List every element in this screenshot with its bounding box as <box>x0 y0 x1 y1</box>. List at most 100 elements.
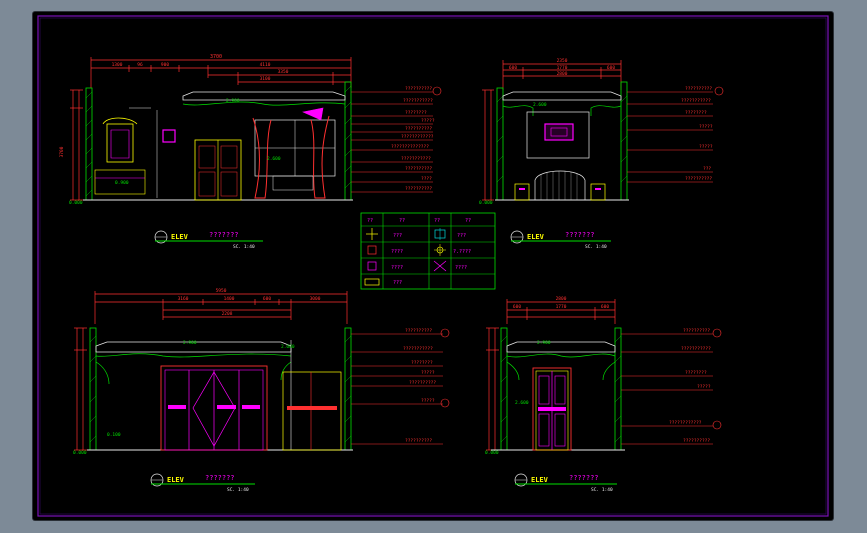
elevation-view-3: 5950 3160 1400 600 3000 2208 2.900 2.600… <box>73 288 450 493</box>
nightstand-left <box>514 183 530 201</box>
view-scale: SC. 1:40 <box>591 487 613 493</box>
view-title-3: ELEV ??????? SC. 1:40 <box>150 473 255 493</box>
dim-segment: 600 <box>607 65 615 71</box>
view-scale: SC. 1:40 <box>227 487 249 493</box>
legend-label: ?.???? <box>453 249 471 255</box>
vent-icon <box>364 278 380 286</box>
view-title-label: ELEV <box>531 476 549 484</box>
wall-left <box>85 87 93 201</box>
annotation-note: ??????????? <box>681 98 711 104</box>
dim-segment: 96 <box>137 62 143 68</box>
view-title-label: ELEV <box>527 233 545 241</box>
level-mark: 2.900 <box>226 98 240 104</box>
annotation-note: ?????????? <box>405 438 432 444</box>
annotation-note: ?????????? <box>409 380 436 386</box>
legend-header: ?? <box>367 218 373 224</box>
crosshair-icon <box>366 228 378 240</box>
bed-headboard <box>534 170 586 201</box>
level-mark: 2.600 <box>267 156 281 162</box>
exhaust-fan-icon <box>433 260 447 272</box>
annotation-note: ?????????? <box>685 86 712 92</box>
dim-segment: 4110 <box>260 62 271 68</box>
view-title-label: ELEV <box>171 233 189 241</box>
dim-segment: 2800 <box>557 71 568 77</box>
annotation-note: ????? <box>421 398 435 404</box>
level-mark: 2.600 <box>533 102 547 108</box>
legend-header: ?? <box>399 218 405 224</box>
view-title-2: ELEV ??????? SC. 1:40 <box>510 230 611 250</box>
legend-header: ?? <box>465 218 471 224</box>
switch-icon <box>367 261 377 271</box>
drawing-canvas[interactable]: 3700 1300 96 900 4110 3350 3100 3700 2.9… <box>33 12 833 520</box>
view-title-4: ELEV ??????? SC. 1:40 <box>514 473 617 493</box>
level-mark: 0.000 <box>485 450 499 456</box>
annotation-note: ?????????? <box>405 328 432 334</box>
level-mark: 2.900 <box>537 340 551 346</box>
annotation-note: ???? <box>421 176 432 182</box>
curtain-right <box>310 115 330 199</box>
annotation-note: ??????????? <box>403 98 433 104</box>
spotlight-icon <box>434 244 446 256</box>
dim-segment: 900 <box>161 62 169 68</box>
annotation-note: ?????????? <box>683 438 710 444</box>
annotation-note: ?????????? <box>685 176 712 182</box>
legend-label: ??? <box>393 280 402 286</box>
elevation-view-2: 2350 600 1770 600 2800 2.600 0.000 ?????… <box>479 58 724 250</box>
legend-label: ??? <box>457 233 466 239</box>
annotation-note: ????? <box>421 118 435 124</box>
dim-top: 3700 <box>210 54 222 60</box>
ceiling-cornice <box>506 341 616 353</box>
dim-top: 2800 <box>556 296 567 302</box>
level-mark: 0.000 <box>73 450 87 456</box>
annotation-note: ?????????? <box>683 328 710 334</box>
annotation-note: ???????? <box>405 110 427 116</box>
side-cabinet <box>282 371 342 451</box>
dim-segment: 3160 <box>178 296 189 302</box>
legend-label: ???? <box>391 265 403 271</box>
annotation-note: ???????????? <box>401 134 434 140</box>
dim-segment: 600 <box>263 296 271 302</box>
legend-table: ?? ?? ?? ?? ??? ??? ???? ?.???? ???? ???… <box>360 212 496 290</box>
annotation-note: ??? <box>703 166 711 172</box>
legend-label: ??? <box>393 233 402 239</box>
annotation-note: ?????????????? <box>391 144 429 150</box>
annotation-note: ??????????? <box>681 346 711 352</box>
annotation-note: ??????????? <box>401 156 431 162</box>
level-mark: 0.900 <box>115 180 129 186</box>
view-title-1: ELEV ??????? SC. 1:40 <box>154 230 263 250</box>
annotation-note: ????? <box>697 384 711 390</box>
annotation-note: ???????? <box>411 360 433 366</box>
wall-right <box>344 81 352 201</box>
light-fixture-icon <box>434 228 446 240</box>
level-mark: 2.600 <box>281 344 295 350</box>
wall-picture <box>162 129 176 143</box>
elevation-view-1: 3700 1300 96 900 4110 3350 3100 3700 2.9… <box>59 54 442 250</box>
legend-header: ?? <box>434 218 440 224</box>
view-name: ??????? <box>569 474 599 482</box>
annotation-note: ???????????? <box>669 420 702 426</box>
annotation-note: ????? <box>699 144 713 150</box>
view-scale: SC. 1:40 <box>585 244 607 250</box>
dim-segment: 600 <box>513 304 521 310</box>
dim-segment: 3350 <box>278 69 289 75</box>
annotation-note: ????? <box>421 370 435 376</box>
view-name: ??????? <box>565 231 595 239</box>
dim-segment: 1770 <box>557 65 568 71</box>
nightstand-right <box>590 183 606 201</box>
legend-label: ???? <box>455 265 467 271</box>
view-name: ??????? <box>209 231 239 239</box>
ceiling-cornice <box>182 91 346 101</box>
dim-top: 2350 <box>557 58 568 64</box>
wall-left <box>500 327 508 451</box>
socket-icon <box>367 245 377 255</box>
view-name: ??????? <box>205 474 235 482</box>
level-mark: 0.000 <box>479 200 493 206</box>
elevation-view-4: 2800 600 1770 600 2.900 2.600 0.000 ????… <box>485 296 722 493</box>
annotation-note: ????? <box>699 124 713 130</box>
wall-right <box>614 327 622 451</box>
level-mark: 2.600 <box>515 400 529 406</box>
annotation-note: ?????????? <box>405 186 432 192</box>
dim-segment: 3100 <box>260 76 271 82</box>
annotation-note: ???????? <box>685 370 707 376</box>
dim-vertical: 3700 <box>59 146 65 157</box>
